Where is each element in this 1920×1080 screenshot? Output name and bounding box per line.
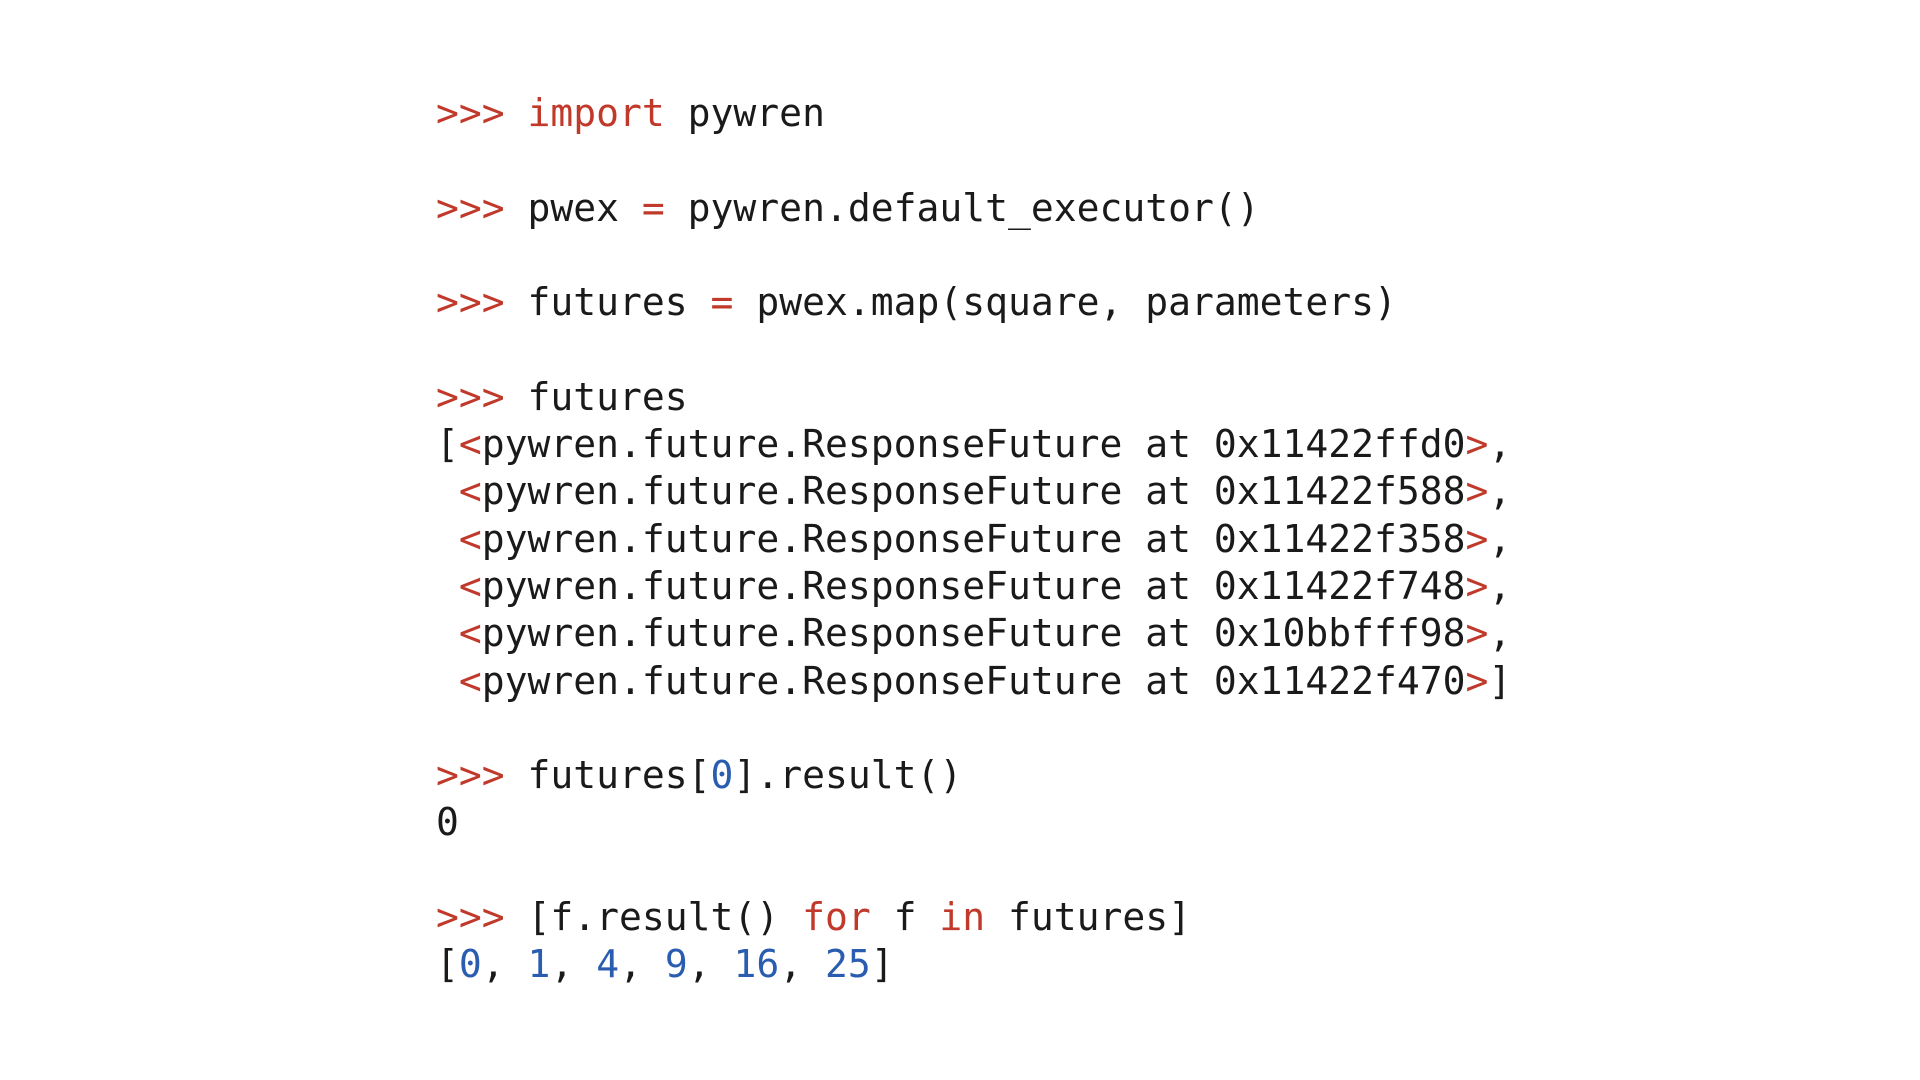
prompt-marker: >>> [436,895,528,940]
output-line: [<pywren.future.ResponseFuture at 0x1142… [436,421,1511,468]
number-token: 16 [733,942,780,987]
input-line: >>> import pywren [436,90,1511,137]
code-text: pywren.future.ResponseFuture at 0x11422f… [481,563,1466,608]
output-line: <pywren.future.ResponseFuture at 0x11422… [436,516,1511,563]
angle-bracket-token: > [1465,516,1489,561]
prompt-marker: >>> [436,374,528,419]
code-text: , [1488,422,1512,467]
angle-bracket-token: > [1465,658,1489,703]
prompt-marker: >>> [436,91,528,135]
code-text: , [1488,611,1512,656]
output-line: <pywren.future.ResponseFuture at 0x11422… [436,563,1511,610]
code-text: , [779,942,826,987]
code-text: pywren.future.ResponseFuture at 0x11422f… [481,422,1466,467]
output-line: [0, 1, 4, 9, 16, 25] [436,941,1511,988]
code-text: pywren.future.ResponseFuture at 0x11422f… [481,469,1466,514]
code-text: , [619,942,665,987]
output-line: <pywren.future.ResponseFuture at 0x10bbf… [436,610,1511,657]
input-line: >>> futures[0].result() [436,752,1511,799]
prompt-marker: >>> [436,753,528,798]
keyword-token: import [527,91,665,135]
prompt-marker: >>> [436,185,528,230]
angle-bracket-token: > [1465,469,1489,514]
code-text: pywren.future.ResponseFuture at 0x10bbff… [481,611,1466,656]
code-text: futures [527,374,688,419]
code-text: futures] [985,895,1192,940]
input-line: >>> [f.result() for f in futures] [436,894,1511,941]
code-text: , [1488,469,1512,514]
angle-bracket-token: < [458,469,482,514]
input-line: >>> futures [436,374,1511,421]
code-text: pywren.future.ResponseFuture at 0x11422f… [481,658,1466,703]
number-token: 25 [825,942,871,987]
code-text: [ [436,422,459,467]
angle-bracket-token: < [458,658,482,703]
keyword-token: for [802,895,871,940]
code-text: pywren [664,91,825,135]
angle-bracket-token: < [458,422,482,467]
code-text: pwex.map(square, parameters) [733,280,1397,325]
angle-bracket-token: > [1465,611,1489,656]
code-text: , [550,942,597,987]
code-text: pwex [527,185,642,230]
code-text: , [481,942,528,987]
code-text: pywren.default_executor() [664,185,1260,230]
angle-bracket-token: > [1465,563,1489,608]
python-repl-session: >>> import pywren >>> pwex = pywren.defau… [436,90,1511,989]
code-text: 0 [436,800,459,845]
input-line: >>> futures = pwex.map(square, parameter… [436,279,1511,326]
code-text: pywren.future.ResponseFuture at 0x11422f… [481,516,1466,561]
number-token: 0 [710,753,734,798]
angle-bracket-token: < [458,516,482,561]
angle-bracket-token: < [458,611,482,656]
number-token: 4 [596,942,620,987]
keyword-token: in [939,895,986,940]
prompt-marker: >>> [436,280,528,325]
number-token: 9 [664,942,688,987]
code-text: , [1488,516,1512,561]
code-text: , [687,942,734,987]
operator-token: = [710,280,734,325]
code-text: , [1488,563,1512,608]
code-text: ] [870,942,894,987]
angle-bracket-token: > [1465,422,1489,467]
code-text: ].result() [733,753,963,798]
code-text: futures[ [527,753,711,798]
code-text: futures [527,280,711,325]
number-token: 0 [458,942,482,987]
angle-bracket-token: < [458,563,482,608]
operator-token: = [641,185,665,230]
number-token: 1 [527,942,551,987]
code-text: [ [436,942,459,987]
output-line: 0 [436,799,1511,846]
code-text: [f.result() [527,895,803,940]
code-text: f [870,895,940,940]
input-line: >>> pwex = pywren.default_executor() [436,185,1511,232]
output-line: <pywren.future.ResponseFuture at 0x11422… [436,468,1511,515]
output-line: <pywren.future.ResponseFuture at 0x11422… [436,658,1511,705]
code-text: ] [1488,658,1512,703]
